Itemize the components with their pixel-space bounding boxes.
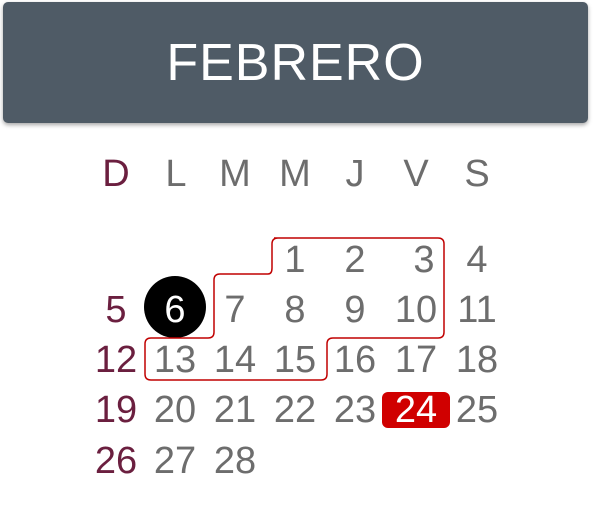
weekday-thursday: J [345,153,365,195]
day-18[interactable]: 18 [442,340,512,380]
day-17[interactable]: 17 [381,340,451,380]
day-28[interactable]: 28 [200,441,270,481]
day-25[interactable]: 25 [442,390,512,430]
day-24[interactable]: 24 [381,390,451,430]
weekday-friday: V [403,153,429,195]
calendar-grid: D L M M J V S 1 2 3 4 5 6 7 8 9 10 11 12… [0,0,593,529]
day-4[interactable]: 4 [442,240,512,280]
weekday-saturday: S [464,153,490,195]
day-23[interactable]: 23 [320,390,390,430]
day-11[interactable]: 11 [442,290,512,330]
day-2[interactable]: 2 [320,240,390,280]
day-9[interactable]: 9 [320,290,390,330]
day-16[interactable]: 16 [320,340,390,380]
day-10[interactable]: 10 [381,290,451,330]
